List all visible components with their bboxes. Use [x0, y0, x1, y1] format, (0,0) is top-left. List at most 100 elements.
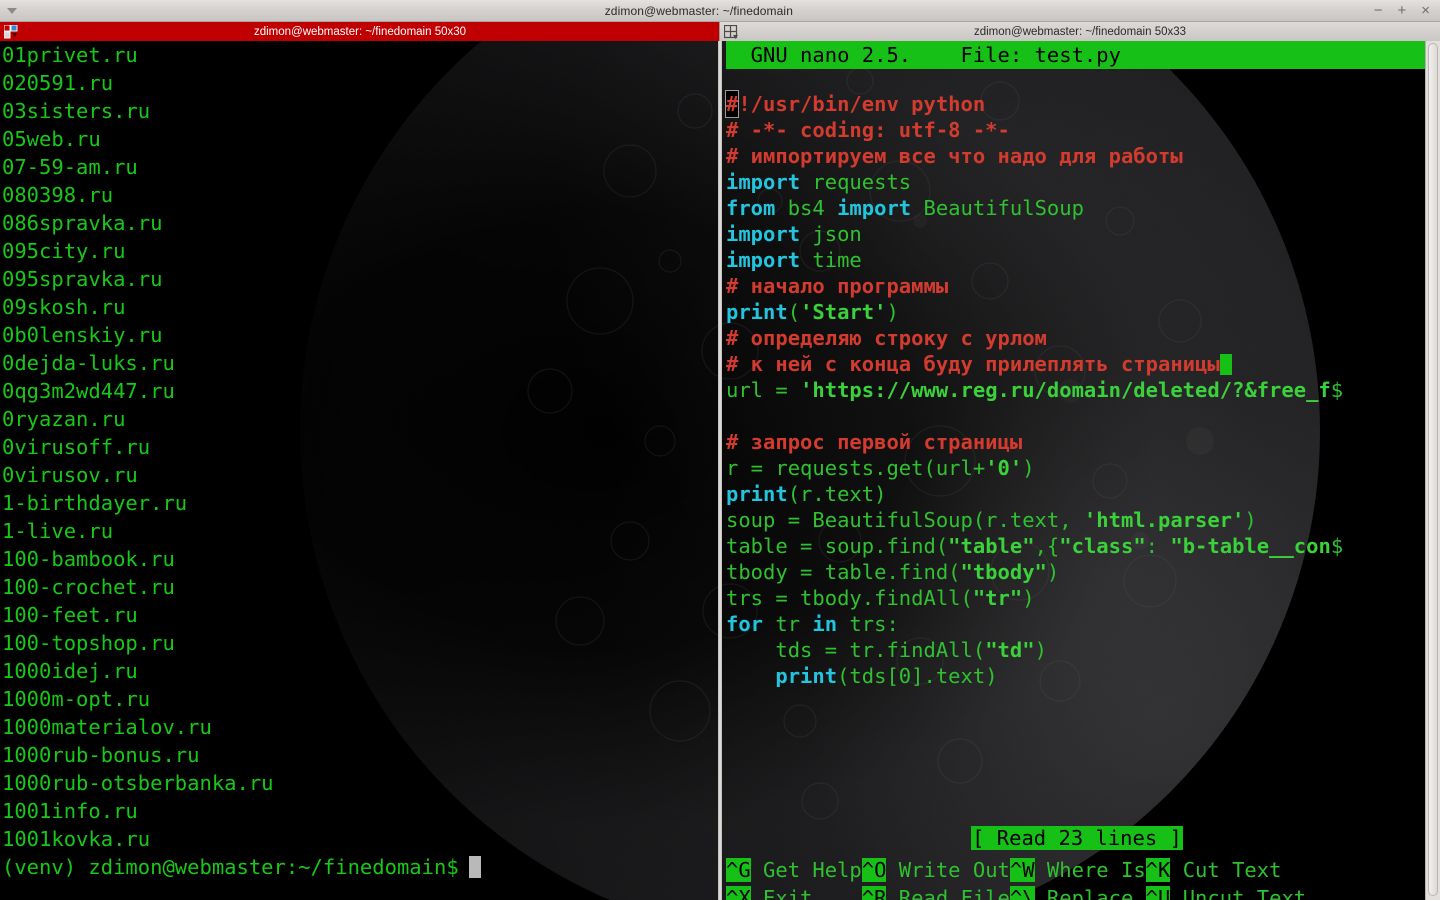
window-controls: − + ×: [1374, 3, 1440, 18]
code-token: url =: [726, 378, 801, 402]
code-token: 'https://www.reg.ru/domain/deleted/?&fre…: [800, 378, 1331, 402]
close-icon[interactable]: ×: [1421, 3, 1430, 18]
code-token: print: [726, 300, 788, 324]
shortcut-label[interactable]: Read File: [886, 886, 1010, 900]
domain-line: 1000m-opt.ru: [2, 687, 151, 711]
code-line: for tr in trs:: [726, 611, 1343, 637]
domain-line: 100-bambook.ru: [2, 547, 175, 571]
code-line: print(r.text): [726, 481, 1343, 507]
code-token: ): [1034, 638, 1047, 662]
minimize-icon[interactable]: −: [1374, 3, 1383, 18]
window-title: zdimon@webmaster: ~/finedomain: [604, 3, 793, 18]
window-scrollbar[interactable]: [1425, 41, 1440, 900]
terminal-window: zdimon@webmaster: ~/finedomain − + × zdi…: [0, 0, 1440, 900]
domain-line: 0virusov.ru: [2, 463, 138, 487]
code-token: "tr": [972, 586, 1023, 610]
code-token: :: [1145, 534, 1171, 558]
right-terminal-pane[interactable]: GNU nano 2.5. File: test.py #!/usr/bin/e…: [720, 41, 1440, 900]
code-token: BeautifulSoup: [911, 196, 1084, 220]
domain-line: 080398.ru: [2, 183, 114, 207]
code-token: 'Start': [800, 300, 887, 324]
domain-line: 07-59-am.ru: [2, 155, 138, 179]
tab-terminal-right[interactable]: zdimon@webmaster: ~/finedomain 50x33: [720, 22, 1440, 41]
code-line: print('Start'): [726, 299, 1343, 325]
domain-line: 0qg3m2wd447.ru: [2, 379, 175, 403]
shortcut-key[interactable]: ^G: [726, 858, 751, 882]
code-line: # запрос первой страницы: [726, 429, 1343, 455]
shortcut-key[interactable]: ^X: [726, 886, 751, 900]
domain-line: 03sisters.ru: [2, 99, 151, 123]
code-token: tbody = table.find(: [726, 560, 961, 584]
shortcut-key[interactable]: ^K: [1145, 858, 1171, 882]
left-terminal-pane[interactable]: 01privet.ru 020591.ru 03sisters.ru 05web.ru…: [0, 41, 720, 900]
tab-strip: zdimon@webmaster: ~/finedomain 50x30 zdi…: [0, 22, 1440, 41]
domain-line: 1001kovka.ru: [2, 827, 151, 851]
code-token: # начало программы: [726, 274, 949, 298]
code-token: '0': [985, 456, 1023, 480]
domain-line: 0dejda-luks.ru: [2, 351, 175, 375]
code-token: ,{: [1034, 534, 1060, 558]
code-token: trs = tbody.findAll(: [726, 586, 973, 610]
code-token: "table": [948, 534, 1035, 558]
code-line: trs = tbody.findAll("tr"): [726, 585, 1343, 611]
code-line: # начало программы: [726, 273, 1343, 299]
code-token: ): [886, 300, 899, 324]
code-token: r = requests.get(url+: [726, 456, 986, 480]
window-menu-button[interactable]: [0, 0, 24, 22]
editor-cursor: [1219, 354, 1232, 375]
domain-line: 0ryazan.ru: [2, 407, 126, 431]
code-line: # определяю строку с урлом: [726, 325, 1343, 351]
code-line: # -*- coding: utf-8 -*-: [726, 117, 1343, 143]
code-line: import time: [726, 247, 1343, 273]
tab-terminal-left[interactable]: zdimon@webmaster: ~/finedomain 50x30: [0, 22, 720, 41]
code-token: # импортируем все что надо для работы: [726, 144, 1183, 168]
terminal-tab-icon-2: [720, 22, 742, 41]
scrollbar-thumb[interactable]: [1428, 43, 1438, 896]
code-line: tds = tr.findAll("td"): [726, 637, 1343, 663]
domain-line: 1000rub-bonus.ru: [2, 743, 200, 767]
domain-line: 100-feet.ru: [2, 603, 138, 627]
code-token: bs4: [775, 196, 838, 220]
domain-list: 01privet.ru 020591.ru 03sisters.ru 05web.ru…: [2, 41, 481, 881]
shortcut-label[interactable]: Get Help: [751, 858, 862, 882]
code-token: ): [1046, 560, 1060, 584]
shell-prompt-text: (venv) zdimon@webmaster:~/finedomain$: [2, 855, 459, 879]
code-line: import requests: [726, 169, 1343, 195]
shortcut-key[interactable]: ^W: [1009, 858, 1035, 882]
shortcut-key[interactable]: ^O: [861, 858, 887, 882]
shortcut-label[interactable]: Cut Text: [1170, 858, 1282, 882]
code-token: soup = BeautifulSoup(r.text,: [726, 508, 1084, 532]
code-token: import: [726, 248, 801, 272]
code-token: ): [1022, 456, 1035, 480]
code-token: table = soup.find(: [726, 534, 949, 558]
code-token: # определяю строку с урлом: [726, 326, 1047, 350]
domain-line: 020591.ru: [2, 71, 114, 95]
code-token: in: [812, 612, 838, 636]
shortcut-key[interactable]: ^U: [1145, 886, 1171, 900]
shortcut-label[interactable]: Exit: [751, 886, 862, 900]
chevron-down-icon: [7, 7, 17, 14]
code-line: url = 'https://www.reg.ru/domain/deleted…: [726, 377, 1343, 403]
maximize-icon[interactable]: +: [1397, 3, 1406, 18]
code-token: !/usr/bin/env python: [738, 92, 986, 116]
domain-line: 095spravka.ru: [2, 267, 163, 291]
shortcut-row: ^G Get Help^O Write Out^W Where Is^K Cut…: [726, 856, 1432, 884]
code-token: print: [775, 664, 838, 688]
code-token: for: [726, 612, 764, 636]
shortcut-label[interactable]: Where Is: [1035, 858, 1146, 882]
shortcut-label[interactable]: Replace: [1035, 886, 1146, 900]
code-token: (tds[0].text): [837, 664, 998, 688]
shortcut-label[interactable]: Write Out: [886, 858, 1010, 882]
shortcut-label[interactable]: Uncut Text: [1170, 886, 1306, 900]
nano-code-area[interactable]: #!/usr/bin/env python # -*- coding: utf-8…: [724, 90, 1343, 689]
code-token: "b-table__con: [1170, 534, 1331, 558]
shortcut-key[interactable]: ^R: [861, 886, 887, 900]
shortcut-key[interactable]: ^\: [1009, 886, 1035, 900]
domain-line: 1-live.ru: [2, 519, 114, 543]
domain-line: 1-birthdayer.ru: [2, 491, 188, 515]
code-token: time: [800, 248, 862, 272]
code-token: # -*- coding: utf-8 -*-: [726, 118, 1010, 142]
code-line: # к ней с конца буду прилеплять страницы: [726, 351, 1343, 377]
window-titlebar: zdimon@webmaster: ~/finedomain − + ×: [0, 0, 1440, 22]
code-line: soup = BeautifulSoup(r.text, 'html.parse…: [726, 507, 1343, 533]
